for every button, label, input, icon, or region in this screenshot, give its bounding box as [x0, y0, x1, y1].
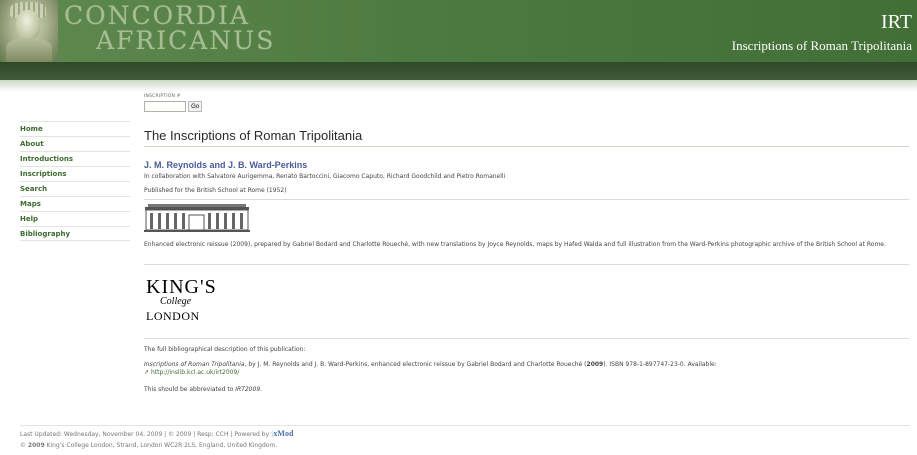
- bib-text-2: ). ISBN 978-1-897747-23-0. Available:: [603, 361, 717, 368]
- brand-line-1: CONCORDIA: [64, 1, 250, 30]
- powered-by: Powered by: [234, 431, 270, 438]
- xmod-logo[interactable]: xMod: [273, 429, 293, 438]
- statue-body: [6, 38, 52, 62]
- authors-heading: J. M. Reynolds and J. B. Ward-Perkins: [144, 160, 308, 170]
- abbrev-prefix: This should be abbreviated to: [144, 386, 236, 393]
- go-button[interactable]: Go: [188, 101, 203, 112]
- sidebar-item-introductions[interactable]: Introductions: [20, 151, 130, 166]
- statue-logo: [0, 0, 58, 62]
- main-content: The Inscriptions of Roman Tripolitania J…: [144, 128, 909, 393]
- divider: [144, 199, 909, 200]
- external-link-icon: ↗: [144, 369, 150, 376]
- irt2009-link[interactable]: http://inslib.kcl.ac.uk/irt2009/: [151, 369, 239, 376]
- copyright-symbol: ©: [20, 442, 28, 449]
- sidebar-item-search[interactable]: Search: [20, 181, 130, 196]
- copyright-year: 2009: [27, 442, 45, 449]
- brand-line-2: AFRICANUS: [96, 26, 276, 55]
- abbrev-value: IRT2009.: [235, 386, 263, 393]
- bib-citation: Inscriptions of Roman Tripolitania, by J…: [144, 361, 909, 377]
- site-title: Inscriptions of Roman Tripolitania: [731, 38, 912, 53]
- sidebar-item-about[interactable]: About: [20, 136, 130, 151]
- statue-face: [16, 10, 40, 40]
- kcl-line-2: College: [160, 296, 192, 307]
- responsibility: Resp: CCH: [197, 431, 229, 438]
- collaboration-text: In collaboration with Salvatore Aurigemm…: [144, 173, 506, 180]
- reissue-text: Enhanced electronic reissue (2009), prep…: [144, 241, 886, 248]
- header-bar: [0, 62, 917, 92]
- bib-title: Inscriptions of Roman Tripolitania: [144, 361, 245, 368]
- divider: [144, 264, 909, 265]
- bib-intro: The full bibliographical description of …: [144, 346, 306, 353]
- header-fade: [0, 80, 917, 92]
- address: King's College London, Strand, London WC…: [44, 442, 278, 449]
- page-title: The Inscriptions of Roman Tripolitania: [144, 128, 909, 147]
- sidebar-item-inscriptions[interactable]: Inscriptions: [20, 166, 130, 181]
- inscription-search: INSCRIPTION # Go: [144, 94, 203, 112]
- site-short-title: IRT: [880, 11, 912, 33]
- footer-address: © 2009 King's College London, Strand, Lo…: [20, 442, 277, 449]
- sidebar-item-maps[interactable]: Maps: [20, 196, 130, 211]
- kings-college-logo: KING'S College LONDON: [144, 276, 216, 328]
- sidebar-item-home[interactable]: Home: [20, 121, 130, 136]
- british-school-building-logo: [144, 204, 250, 232]
- site-header: CONCORDIA AFRICANUS IRT Inscriptions of …: [0, 0, 917, 62]
- bib-year: 2009: [586, 361, 604, 368]
- last-updated: Last Updated: Wednesday, November 04, 20…: [20, 431, 163, 438]
- inscription-number-input[interactable]: [144, 101, 186, 112]
- sidebar-item-help[interactable]: Help: [20, 211, 130, 226]
- search-label: INSCRIPTION #: [144, 94, 181, 99]
- kcl-line-3: LONDON: [146, 309, 200, 323]
- footer-meta: Last Updated: Wednesday, November 04, 20…: [20, 429, 294, 438]
- divider: [144, 338, 909, 339]
- abbrev-text: This should be abbreviated to IRT2009.: [144, 386, 262, 394]
- bib-text-1: , by J. M. Reynolds and J. B. Ward-Perki…: [244, 361, 587, 368]
- copyright-short: © 2009: [168, 431, 192, 438]
- sidebar-nav: Home About Introductions Inscriptions Se…: [20, 121, 130, 241]
- footer: Last Updated: Wednesday, November 04, 20…: [20, 425, 910, 449]
- sidebar-item-bibliography[interactable]: Bibliography: [20, 226, 130, 241]
- published-text: Published for the British School at Rome…: [144, 187, 287, 194]
